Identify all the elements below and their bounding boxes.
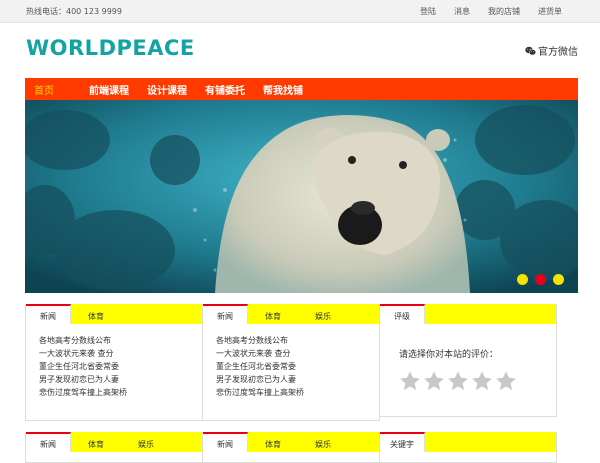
nav-home[interactable]: 首页 [25, 82, 80, 97]
carousel-dots [517, 274, 564, 285]
messages-link[interactable]: 消息 [454, 6, 470, 17]
panel-tabs: 新闻 体育 娱乐 [26, 432, 202, 452]
rating-prompt: 请选择你对本站的评价： [399, 350, 499, 360]
star-icon[interactable] [447, 370, 469, 392]
tab-news[interactable]: 新闻 [203, 304, 248, 324]
tab-rating[interactable]: 评级 [380, 304, 425, 324]
purchase-list-link[interactable]: 进货单 [538, 6, 562, 17]
list-item[interactable]: 董企生任河北省委常委 [39, 360, 202, 373]
tab-entertainment[interactable]: 娱乐 [121, 432, 171, 452]
nav-shop-consign[interactable]: 有铺委托 [196, 82, 254, 97]
polar-bear-image [25, 100, 578, 293]
list-item[interactable]: 一大波状元来袭 查分 [39, 347, 202, 360]
tab-sports[interactable]: 体育 [71, 304, 121, 324]
news-panel-2: 新闻 体育 娱乐 各地高考分数线公布 一大波状元来袭 查分 董企生任河北省委常委… [202, 304, 380, 421]
star-icon[interactable] [423, 370, 445, 392]
carousel-dot-1[interactable] [517, 274, 528, 285]
banner-carousel[interactable] [25, 100, 578, 293]
list-item[interactable]: 各地高考分数线公布 [39, 334, 202, 347]
carousel-dot-3[interactable] [553, 274, 564, 285]
tab-news[interactable]: 新闻 [203, 432, 248, 452]
news-list: 各地高考分数线公布 一大波状元来袭 查分 董企生任河北省委常委 男子发现初恋已为… [26, 324, 202, 399]
keyword-panel: 关键字 [379, 432, 557, 463]
nav-find-shop[interactable]: 帮我找铺 [254, 82, 312, 97]
wechat-link[interactable]: 官方微信 [525, 43, 578, 58]
top-links: 登陆 消息 我的店铺 进货单 [420, 6, 562, 17]
tab-news[interactable]: 新闻 [26, 432, 71, 452]
list-item[interactable]: 一大波状元来袭 查分 [216, 347, 379, 360]
rating-panel: 评级 请选择你对本站的评价： [379, 304, 557, 417]
site-logo[interactable]: WORLDPEACE [26, 36, 195, 60]
tab-entertainment[interactable]: 娱乐 [298, 432, 348, 452]
news-list: 各地高考分数线公布 一大波状元来袭 查分 董企生任河北省委常委 男子发现初恋已为… [203, 324, 379, 399]
rating-stars [380, 360, 556, 392]
wechat-icon [525, 46, 536, 55]
header: WORLDPEACE 官方微信 [0, 23, 600, 76]
nav-design-courses[interactable]: 设计课程 [138, 82, 196, 97]
list-item[interactable]: 各地高考分数线公布 [216, 334, 379, 347]
news-panel-4: 新闻 体育 娱乐 [202, 432, 380, 463]
top-bar: 热线电话：400 123 9999 登陆 消息 我的店铺 进货单 [0, 0, 600, 23]
tab-entertainment[interactable]: 娱乐 [298, 304, 348, 324]
tab-sports[interactable]: 体育 [248, 304, 298, 324]
news-panel-3: 新闻 体育 娱乐 [25, 432, 203, 463]
star-icon[interactable] [399, 370, 421, 392]
panel-tabs: 新闻 体育 娱乐 [203, 432, 379, 452]
tab-keywords[interactable]: 关键字 [380, 432, 425, 452]
list-item[interactable]: 男子发现初恋已为人妻 [39, 373, 202, 386]
panel-tabs: 新闻 体育 [26, 304, 202, 324]
tab-sports[interactable]: 体育 [248, 432, 298, 452]
star-icon[interactable] [471, 370, 493, 392]
nav-frontend-courses[interactable]: 前端课程 [80, 82, 138, 97]
carousel-dot-2[interactable] [535, 274, 546, 285]
star-icon[interactable] [495, 370, 517, 392]
wechat-label: 官方微信 [538, 47, 578, 58]
login-link[interactable]: 登陆 [420, 6, 436, 17]
tab-sports[interactable]: 体育 [71, 432, 121, 452]
main-nav: 首页 前端课程 设计课程 有铺委托 帮我找铺 [25, 78, 578, 100]
list-item[interactable]: 悲伤过度驾车撞上高架桥 [216, 386, 379, 399]
list-item[interactable]: 男子发现初恋已为人妻 [216, 373, 379, 386]
panel-tabs: 关键字 [380, 432, 556, 452]
news-panel-1: 新闻 体育 各地高考分数线公布 一大波状元来袭 查分 董企生任河北省委常委 男子… [25, 304, 203, 421]
tab-news[interactable]: 新闻 [26, 304, 71, 324]
list-item[interactable]: 董企生任河北省委常委 [216, 360, 379, 373]
list-item[interactable]: 悲伤过度驾车撞上高架桥 [39, 386, 202, 399]
my-store-link[interactable]: 我的店铺 [488, 6, 520, 17]
hotline-text: 热线电话：400 123 9999 [26, 7, 122, 16]
panel-tabs: 新闻 体育 娱乐 [203, 304, 379, 324]
panel-tabs: 评级 [380, 304, 556, 324]
